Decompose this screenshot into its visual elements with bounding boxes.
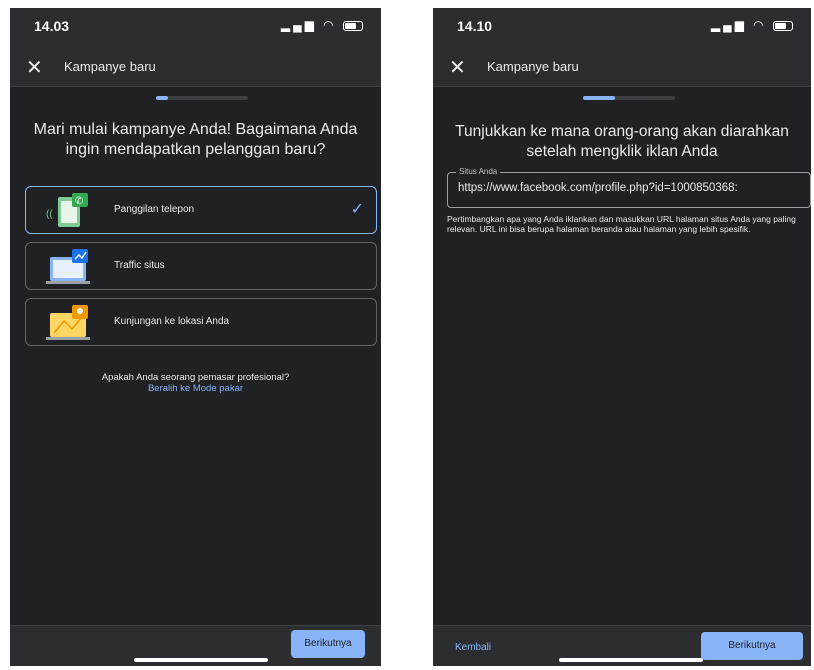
expert-mode-link[interactable]: Beralih ke Mode pakar [10,383,381,394]
close-icon[interactable]: ✕ [26,55,43,80]
app-bar: ✕ Kampanye baru [433,48,811,87]
svg-text:((: (( [46,209,53,220]
step-progress [583,96,675,100]
map-location-illustration [46,305,90,340]
option-website-traffic[interactable]: Traffic situs [25,242,377,290]
page-heading: Mari mulai kampanye Anda! Bagaimana Anda… [33,121,358,158]
wifi-icon: ◠ [323,18,337,32]
app-bar-title: Kampanye baru [487,59,579,74]
website-field-label: Situs Anda [456,167,501,176]
status-bar: 14.03 ▂▄▆ ◠ [10,8,381,48]
home-indicator[interactable] [134,658,268,662]
phone-call-illustration: (( ✆ [46,193,88,227]
battery-icon [343,20,363,31]
status-time: 14.10 [457,18,493,34]
status-icons: ▂▄▆ ◠ [711,18,793,32]
website-field: Situs Anda [447,167,811,208]
step-progress-fill [583,96,615,100]
signal-icon: ▂▄▆ [280,18,317,32]
status-time: 14.03 [34,18,70,34]
option-label: Panggilan telepon [114,204,195,215]
wifi-icon: ◠ [753,18,767,32]
battery-icon [773,20,793,31]
checkmark-icon: ✓ [350,201,364,218]
signal-icon: ▂▄▆ [710,18,747,32]
phone-screen-website: 14.10 ▂▄▆ ◠ ✕ Kampanye baru Tunjukkan ke… [433,8,811,666]
option-store-visits[interactable]: Kunjungan ke lokasi Anda [25,298,377,346]
status-bar: 14.10 ▂▄▆ ◠ [433,8,811,48]
pro-question: Apakah Anda seorang pemasar profesional? [101,372,290,383]
next-button[interactable]: Berikutnya [291,630,365,658]
app-bar: ✕ Kampanye baru [10,48,381,87]
pro-prompt: Apakah Anda seorang pemasar profesional?… [10,372,381,394]
step-progress-fill [156,96,168,100]
phone-screen-goal: 14.03 ▂▄▆ ◠ ✕ Kampanye baru Mari mulai k… [10,8,381,666]
status-icons: ▂▄▆ ◠ [281,18,363,32]
website-hint: Pertimbangkan apa yang Anda iklankan dan… [447,214,796,234]
home-indicator[interactable] [559,658,703,662]
svg-text:✆: ✆ [75,196,83,207]
website-traffic-illustration [46,249,90,284]
app-bar-title: Kampanye baru [64,59,156,74]
option-label: Traffic situs [114,260,165,271]
step-progress [156,96,248,100]
option-label: Kunjungan ke lokasi Anda [114,316,230,327]
option-phone-calls[interactable]: (( ✆ Panggilan telepon ✓ [25,186,377,234]
website-url-input[interactable] [458,182,808,194]
back-button[interactable]: Kembali [455,642,491,653]
close-icon[interactable]: ✕ [449,55,466,80]
next-button[interactable]: Berikutnya [701,632,803,660]
page-heading: Tunjukkan ke mana orang-orang akan diara… [455,123,789,160]
